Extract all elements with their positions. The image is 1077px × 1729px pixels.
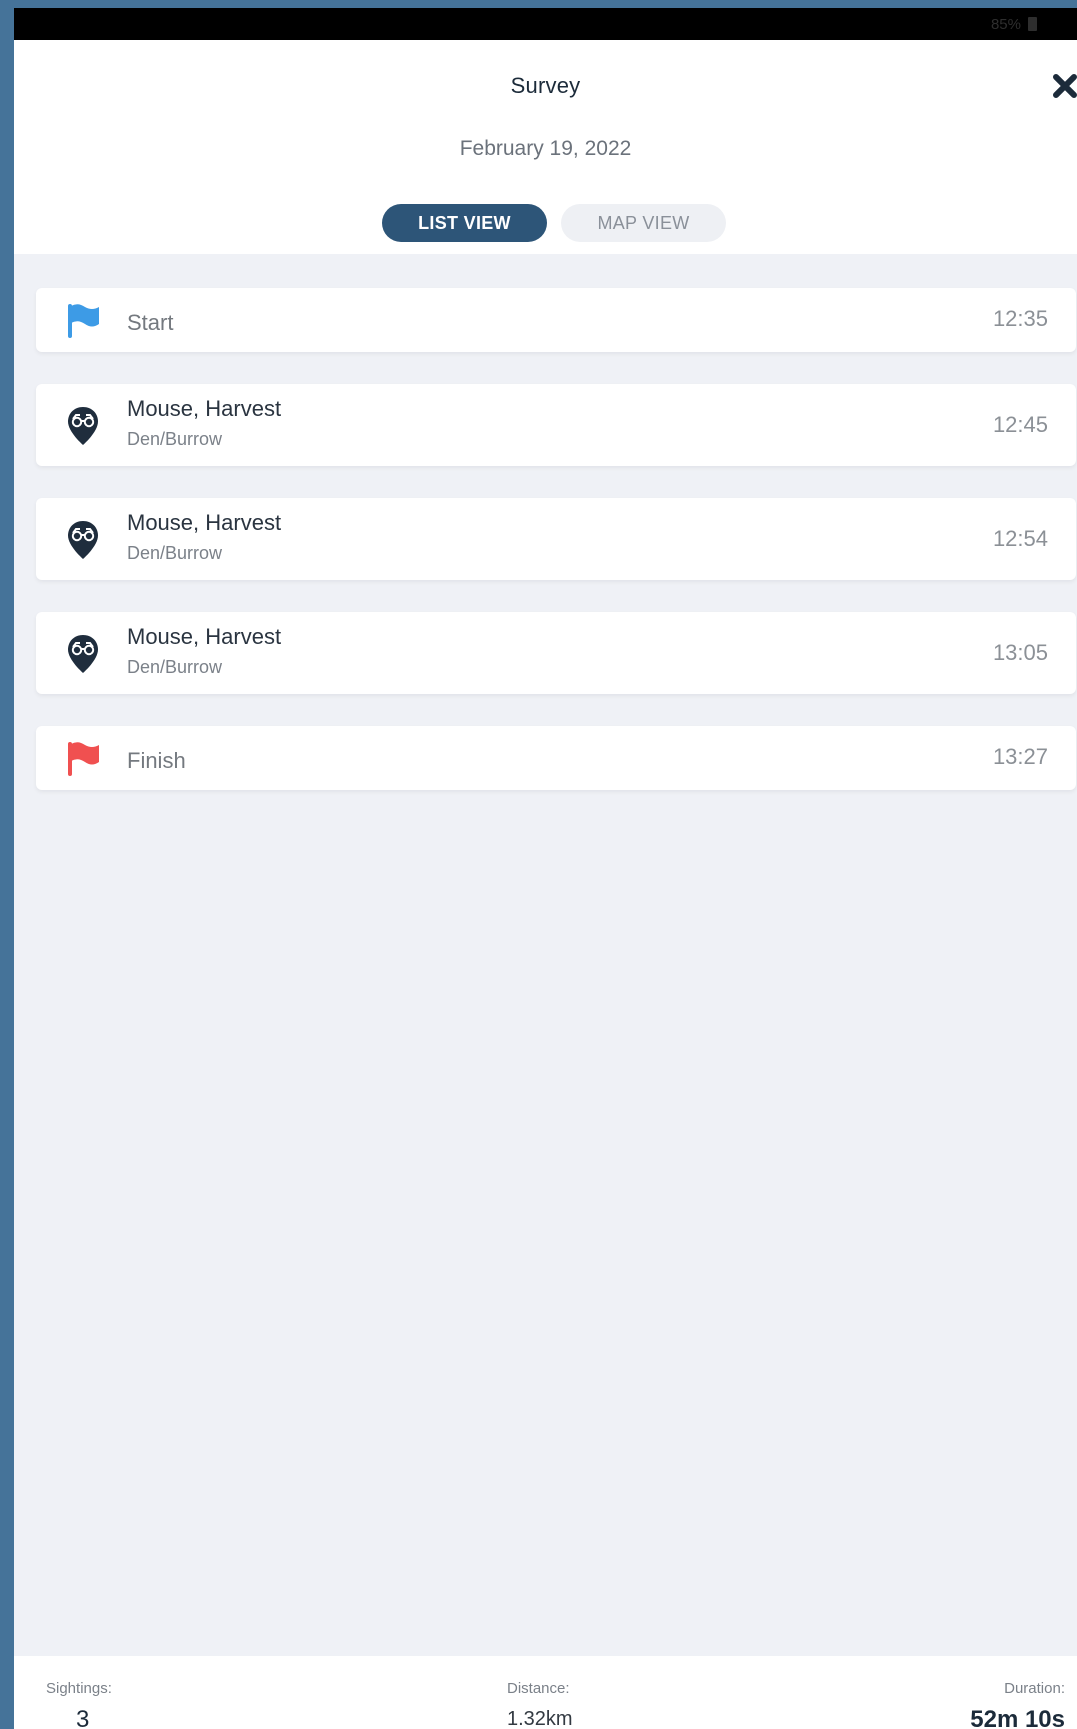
list-item[interactable]: Mouse, Harvest Den/Burrow 13:05 (36, 612, 1076, 694)
binoculars-pin-icon (66, 634, 100, 679)
species-name: Mouse, Harvest (127, 510, 282, 535)
list-item[interactable]: Mouse, Harvest Den/Burrow 12:54 (36, 498, 1076, 580)
survey-summary-footer: Sightings: 3 Distance: 1.32km Duration: … (14, 1656, 1077, 1729)
header: Survey February 19, 2022 LIST VIEW MAP V… (14, 40, 1077, 254)
close-icon[interactable] (1049, 70, 1077, 102)
sightings-label: Sightings: (46, 1680, 112, 1697)
flag-icon (66, 740, 102, 783)
page-title: Survey (510, 73, 581, 98)
battery-icon (1028, 17, 1037, 31)
view-tabs: LIST VIEW MAP VIEW (382, 204, 726, 242)
binoculars-pin-icon (66, 520, 100, 565)
sighting-detail: Den/Burrow (127, 543, 223, 563)
entry-label: Finish (127, 748, 186, 773)
distance-label: Distance: (507, 1680, 570, 1697)
battery-level: 85% (990, 16, 1021, 33)
tab-list-view[interactable]: LIST VIEW (382, 204, 547, 242)
entry-time: 13:27 (992, 744, 1048, 769)
species-name: Mouse, Harvest (127, 396, 282, 421)
entry-time: 12:45 (992, 412, 1048, 437)
flag-icon (66, 302, 102, 345)
binoculars-pin-icon (66, 406, 100, 451)
list-item[interactable]: Mouse, Harvest Den/Burrow 12:45 (36, 384, 1076, 466)
species-name: Mouse, Harvest (127, 624, 282, 649)
entry-time: 13:05 (992, 640, 1048, 665)
sighting-detail: Den/Burrow (127, 657, 223, 677)
sightings-value: 3 (76, 1706, 90, 1729)
status-bar: 85% (14, 8, 1077, 40)
sighting-detail: Den/Burrow (127, 429, 223, 449)
survey-entries-list: Start 12:35 Mouse, Harvest Den/Burrow 12… (36, 288, 1076, 822)
entry-time: 12:54 (992, 526, 1048, 551)
list-item-finish[interactable]: Finish 13:27 (36, 726, 1076, 790)
list-item-start[interactable]: Start 12:35 (36, 288, 1076, 352)
survey-date: February 19, 2022 (459, 137, 632, 160)
entry-time: 12:35 (992, 306, 1048, 331)
survey-screen: 85% Survey February 19, 2022 LIST VIEW M… (14, 8, 1077, 1729)
duration-label: Duration: (1004, 1680, 1065, 1697)
tab-map-view[interactable]: MAP VIEW (561, 204, 726, 242)
entry-label: Start (127, 310, 174, 335)
distance-value: 1.32km (507, 1708, 573, 1729)
duration-value: 52m 10s (970, 1706, 1065, 1729)
